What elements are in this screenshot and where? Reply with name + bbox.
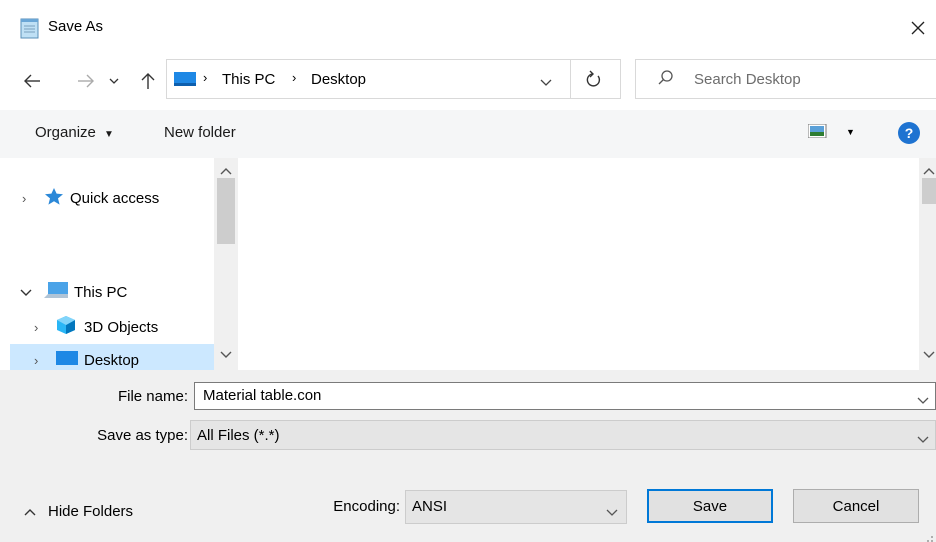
scroll-up-icon[interactable] bbox=[220, 162, 232, 179]
chevron-down-icon bbox=[109, 78, 119, 84]
tree-item-quick-access[interactable]: › Quick access bbox=[0, 182, 214, 214]
computer-icon bbox=[44, 281, 74, 303]
cancel-button[interactable]: Cancel bbox=[793, 489, 919, 523]
cube-icon bbox=[56, 315, 84, 339]
star-icon bbox=[44, 187, 70, 209]
back-button[interactable] bbox=[20, 66, 44, 96]
close-icon bbox=[911, 21, 925, 35]
chevron-down-icon[interactable] bbox=[0, 284, 44, 301]
file-name-value: Material table.con bbox=[203, 387, 322, 404]
toolbar bbox=[0, 110, 936, 158]
search-placeholder: Search Desktop bbox=[694, 71, 801, 88]
scroll-down-icon[interactable] bbox=[220, 346, 232, 363]
computer-icon bbox=[174, 71, 196, 91]
scroll-up-icon[interactable] bbox=[923, 162, 935, 179]
tree-item-3d-objects[interactable]: › 3D Objects bbox=[0, 311, 214, 343]
save-type-value: All Files (*.*) bbox=[197, 427, 280, 444]
chevron-right-icon[interactable]: › bbox=[10, 353, 56, 368]
hide-folders-button[interactable]: Hide Folders bbox=[24, 503, 133, 520]
chevron-right-icon[interactable]: › bbox=[0, 191, 44, 206]
resize-grip-icon[interactable] bbox=[926, 530, 934, 542]
breadcrumb-desktop[interactable]: Desktop bbox=[311, 71, 366, 88]
new-folder-button[interactable]: New folder bbox=[164, 124, 236, 141]
caret-down-icon: ▼ bbox=[104, 129, 114, 140]
arrow-right-icon bbox=[78, 74, 94, 88]
window-title: Save As bbox=[48, 18, 104, 35]
tree-label: This PC bbox=[74, 283, 128, 301]
encoding-select[interactable]: ANSI bbox=[405, 490, 627, 524]
encoding-value: ANSI bbox=[412, 498, 448, 515]
tree-label: Desktop bbox=[84, 351, 140, 369]
chevron-right-icon[interactable]: › bbox=[0, 320, 56, 335]
arrow-up-icon bbox=[141, 73, 155, 89]
file-scroll-thumb[interactable] bbox=[922, 178, 936, 204]
recent-locations-button[interactable] bbox=[106, 66, 122, 96]
breadcrumb-separator-icon: › bbox=[203, 70, 208, 85]
tree-item-this-pc[interactable]: This PC bbox=[0, 276, 214, 308]
encoding-label: Encoding: bbox=[333, 498, 400, 515]
chevron-down-icon[interactable] bbox=[917, 431, 929, 448]
tree-label: Quick access bbox=[70, 189, 160, 207]
up-button[interactable] bbox=[136, 66, 160, 96]
breadcrumb-this-pc[interactable]: This PC bbox=[222, 71, 275, 88]
close-button[interactable] bbox=[900, 10, 936, 46]
navigation-pane[interactable]: › Quick access This PC › 3D Objects › De… bbox=[0, 158, 238, 370]
view-dropdown-icon[interactable]: ▼ bbox=[846, 127, 855, 137]
chevron-down-icon[interactable] bbox=[606, 504, 618, 521]
change-view-button[interactable] bbox=[807, 123, 830, 142]
view-icon bbox=[807, 123, 827, 139]
chevron-up-icon bbox=[24, 508, 36, 515]
refresh-icon bbox=[586, 70, 602, 92]
breadcrumb-separator-icon: › bbox=[292, 70, 297, 85]
save-type-select[interactable]: All Files (*.*) bbox=[190, 420, 936, 450]
nav-scroll-thumb[interactable] bbox=[217, 178, 235, 244]
chevron-down-icon[interactable] bbox=[917, 392, 929, 409]
save-type-label: Save as type: bbox=[97, 427, 188, 444]
chevron-down-icon bbox=[540, 79, 552, 86]
search-icon bbox=[658, 70, 674, 90]
file-name-label: File name: bbox=[117, 388, 188, 405]
desktop-icon bbox=[56, 350, 84, 370]
organize-button[interactable]: Organize ▼ bbox=[35, 124, 114, 141]
organize-label: Organize bbox=[35, 124, 96, 141]
file-list[interactable] bbox=[238, 158, 919, 370]
tree-label: 3D Objects bbox=[84, 318, 159, 336]
title-bar bbox=[0, 0, 936, 56]
arrow-left-icon bbox=[24, 74, 40, 88]
hide-folders-label: Hide Folders bbox=[48, 503, 134, 520]
notepad-icon bbox=[20, 17, 40, 39]
address-dropdown-button[interactable] bbox=[540, 74, 552, 91]
forward-button[interactable] bbox=[74, 66, 98, 96]
file-name-input[interactable]: Material table.con bbox=[194, 382, 936, 410]
scroll-down-icon[interactable] bbox=[923, 346, 935, 363]
tree-item-desktop[interactable]: › Desktop bbox=[10, 344, 214, 370]
save-button[interactable]: Save bbox=[647, 489, 773, 523]
help-icon[interactable]: ? bbox=[898, 122, 920, 144]
